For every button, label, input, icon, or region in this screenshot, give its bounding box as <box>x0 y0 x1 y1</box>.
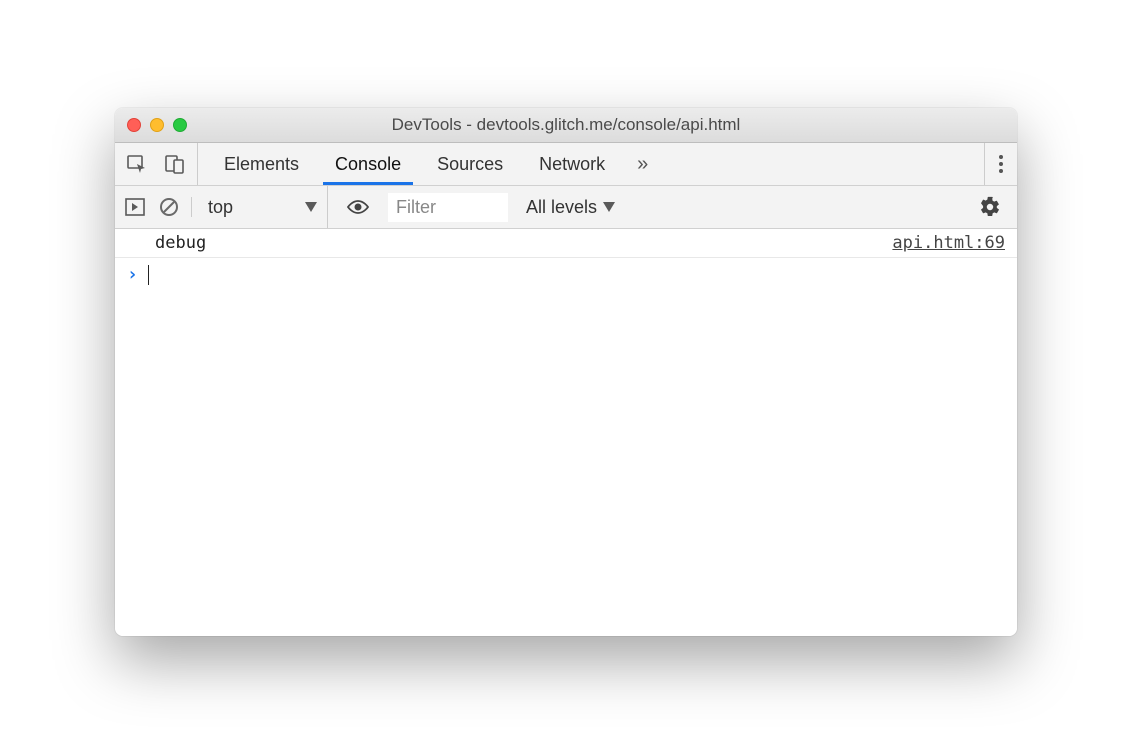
text-cursor <box>148 265 150 285</box>
tab-console[interactable]: Console <box>317 143 419 185</box>
context-label: top <box>208 197 233 218</box>
console-settings-icon[interactable] <box>973 196 1007 218</box>
tabs-overflow-button[interactable]: » <box>623 143 662 185</box>
main-tabs-row: Elements Console Sources Network » <box>115 143 1017 186</box>
context-selector[interactable]: top <box>200 186 328 228</box>
console-sidebar-toggle-icon[interactable] <box>125 198 145 216</box>
tab-elements[interactable]: Elements <box>206 143 317 185</box>
tab-sources[interactable]: Sources <box>419 143 521 185</box>
device-toggle-icon[interactable] <box>165 154 185 174</box>
main-tabs: Elements Console Sources Network » <box>198 143 984 185</box>
log-message-text: debug <box>155 233 892 253</box>
log-message-row: debug api.html:69 <box>115 229 1017 258</box>
clear-console-icon[interactable] <box>159 197 179 217</box>
tab-network[interactable]: Network <box>521 143 623 185</box>
close-button[interactable] <box>127 118 141 132</box>
log-levels-selector[interactable]: All levels <box>516 197 625 218</box>
prompt-chevron-icon: › <box>127 264 138 285</box>
console-output: debug api.html:69 › <box>115 229 1017 636</box>
inspect-device-group <box>115 143 198 185</box>
console-left-tools <box>125 197 192 217</box>
chevron-down-icon <box>305 202 317 212</box>
kebab-menu-icon[interactable] <box>999 155 1003 173</box>
live-expression-icon[interactable] <box>336 199 380 215</box>
filter-input[interactable] <box>388 193 508 222</box>
traffic-lights <box>127 118 187 132</box>
console-toolbar: top All levels <box>115 186 1017 229</box>
devtools-window: DevTools - devtools.glitch.me/console/ap… <box>115 108 1017 636</box>
inspect-icon[interactable] <box>127 154 147 174</box>
chevron-down-icon <box>603 202 615 212</box>
minimize-button[interactable] <box>150 118 164 132</box>
levels-label: All levels <box>526 197 597 218</box>
zoom-button[interactable] <box>173 118 187 132</box>
settings-menu-group <box>984 143 1017 185</box>
window-title: DevTools - devtools.glitch.me/console/ap… <box>115 115 1017 135</box>
console-prompt-row[interactable]: › <box>115 258 1017 291</box>
chevron-double-right-icon: » <box>637 153 648 176</box>
titlebar: DevTools - devtools.glitch.me/console/ap… <box>115 108 1017 143</box>
log-source-link[interactable]: api.html:69 <box>892 233 1005 253</box>
